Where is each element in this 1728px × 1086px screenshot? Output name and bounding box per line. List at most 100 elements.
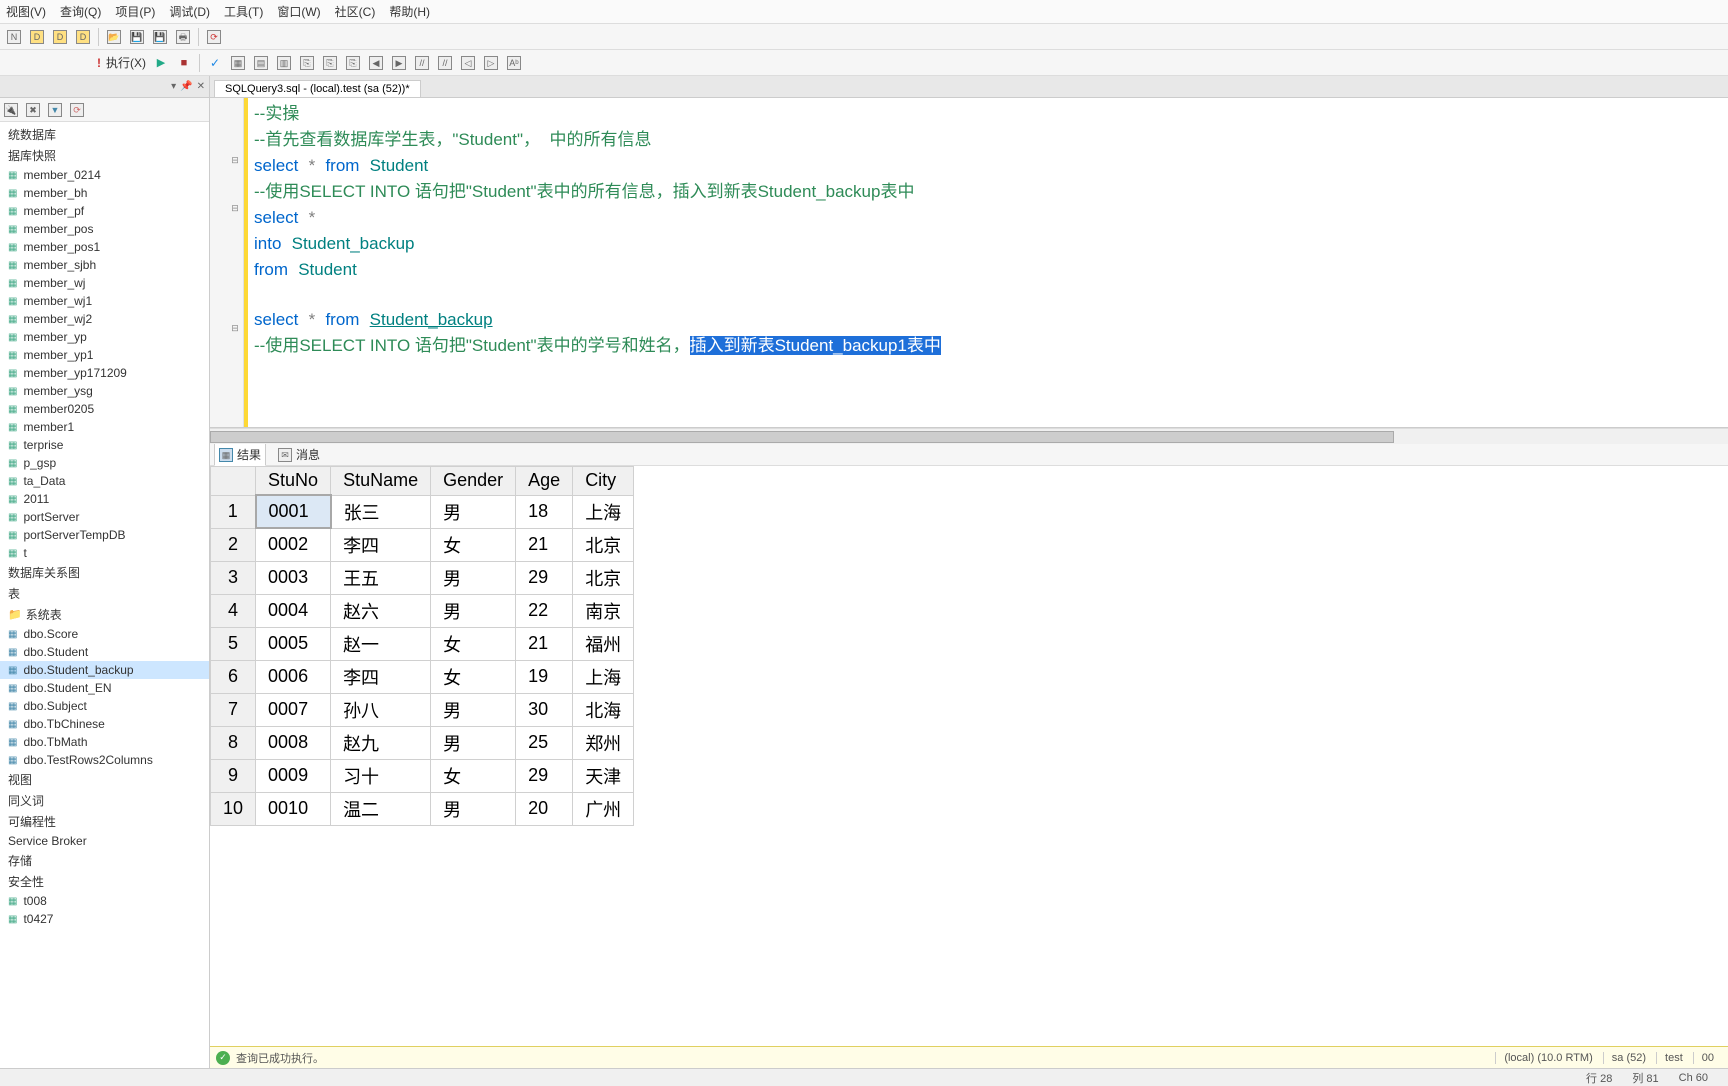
column-header[interactable]: Gender bbox=[431, 467, 516, 496]
cell[interactable]: 上海 bbox=[573, 495, 634, 528]
cell[interactable]: 女 bbox=[431, 627, 516, 660]
cell[interactable]: 上海 bbox=[573, 660, 634, 693]
tree-item[interactable]: member_yp1 bbox=[0, 346, 209, 364]
tree-item[interactable]: member_pos bbox=[0, 220, 209, 238]
results-file-icon[interactable]: ▥ bbox=[274, 53, 294, 73]
tree-item[interactable]: 2011 bbox=[0, 490, 209, 508]
code-content[interactable]: --实操 --首先查看数据库学生表，"Student"， 中的所有信息 sele… bbox=[248, 98, 1728, 427]
tree-item[interactable]: member1 bbox=[0, 418, 209, 436]
fold-minus-icon[interactable]: ⊟ bbox=[228, 318, 242, 338]
pin-icon[interactable]: 📌 bbox=[180, 81, 192, 92]
tree-item[interactable]: 存储 bbox=[0, 850, 209, 871]
row-number[interactable]: 3 bbox=[211, 561, 256, 594]
connect-icon[interactable]: 🔌 bbox=[4, 102, 20, 118]
table-row[interactable]: 10001张三男18上海 bbox=[211, 495, 634, 528]
menu-view[interactable]: 视图(V) bbox=[6, 3, 46, 20]
activity-icon[interactable]: ⟳ bbox=[204, 27, 224, 47]
cell[interactable]: 王五 bbox=[331, 561, 431, 594]
row-number[interactable]: 7 bbox=[211, 693, 256, 726]
object-tree[interactable]: 统数据库据库快照member_0214member_bhmember_pfmem… bbox=[0, 122, 209, 1068]
tree-item[interactable]: dbo.Student_backup bbox=[0, 661, 209, 679]
tree-item[interactable]: member0205 bbox=[0, 400, 209, 418]
menu-query[interactable]: 查询(Q) bbox=[60, 3, 101, 20]
toggle-icon-2[interactable]: ⎘ bbox=[320, 53, 340, 73]
cell[interactable]: 男 bbox=[431, 792, 516, 825]
tree-item[interactable]: dbo.TbChinese bbox=[0, 715, 209, 733]
tree-item[interactable]: 同义词 bbox=[0, 790, 209, 811]
tree-item[interactable]: 可编程性 bbox=[0, 811, 209, 832]
cell[interactable]: 0008 bbox=[256, 726, 331, 759]
row-number[interactable]: 8 bbox=[211, 726, 256, 759]
table-row[interactable]: 30003王五男29北京 bbox=[211, 561, 634, 594]
dropdown-icon[interactable]: ▾ bbox=[171, 81, 176, 92]
column-header[interactable]: StuNo bbox=[256, 467, 331, 496]
table-row[interactable]: 90009习十女29天津 bbox=[211, 759, 634, 792]
tree-item[interactable]: 系统表 bbox=[0, 604, 209, 625]
cell[interactable]: 孙八 bbox=[331, 693, 431, 726]
uncomment-icon[interactable]: // bbox=[435, 53, 455, 73]
cell[interactable]: 北海 bbox=[573, 693, 634, 726]
fold-minus-icon[interactable]: ⊟ bbox=[228, 150, 242, 170]
tab-results[interactable]: ▦ 结果 bbox=[214, 443, 266, 466]
column-header[interactable]: City bbox=[573, 467, 634, 496]
cell[interactable]: 福州 bbox=[573, 627, 634, 660]
tree-item[interactable]: Service Broker bbox=[0, 832, 209, 850]
open-db-icon[interactable]: D bbox=[27, 27, 47, 47]
save-icon[interactable]: 💾 bbox=[127, 27, 147, 47]
cell[interactable]: 女 bbox=[431, 528, 516, 561]
row-number[interactable]: 1 bbox=[211, 495, 256, 528]
tree-item[interactable]: portServer bbox=[0, 508, 209, 526]
cell[interactable]: 22 bbox=[516, 594, 573, 627]
tree-item[interactable]: member_wj2 bbox=[0, 310, 209, 328]
filter-icon[interactable]: ▼ bbox=[48, 102, 64, 118]
menu-tools[interactable]: 工具(T) bbox=[224, 3, 263, 20]
cell[interactable]: 天津 bbox=[573, 759, 634, 792]
cell[interactable]: 21 bbox=[516, 528, 573, 561]
tree-item[interactable]: 统数据库 bbox=[0, 124, 209, 145]
cell[interactable]: 25 bbox=[516, 726, 573, 759]
tree-item[interactable]: terprise bbox=[0, 436, 209, 454]
cell[interactable]: 温二 bbox=[331, 792, 431, 825]
tree-item[interactable]: member_bh bbox=[0, 184, 209, 202]
tree-item[interactable]: member_pf bbox=[0, 202, 209, 220]
tree-item[interactable]: member_sjbh bbox=[0, 256, 209, 274]
table-row[interactable]: 40004赵六男22南京 bbox=[211, 594, 634, 627]
cell[interactable]: 张三 bbox=[331, 495, 431, 528]
cell[interactable]: 0001 bbox=[256, 495, 331, 528]
cell[interactable]: 广州 bbox=[573, 792, 634, 825]
tree-item[interactable]: 据库快照 bbox=[0, 145, 209, 166]
cell[interactable]: 北京 bbox=[573, 561, 634, 594]
cell[interactable]: 郑州 bbox=[573, 726, 634, 759]
tree-item[interactable]: dbo.Score bbox=[0, 625, 209, 643]
tree-item[interactable]: dbo.Student_EN bbox=[0, 679, 209, 697]
disconnect-icon[interactable]: ✖ bbox=[26, 102, 42, 118]
tree-item[interactable]: dbo.TestRows2Columns bbox=[0, 751, 209, 769]
menu-debug[interactable]: 调试(D) bbox=[169, 3, 210, 20]
stop-icon[interactable]: ■ bbox=[174, 53, 194, 73]
tree-item[interactable]: ta_Data bbox=[0, 472, 209, 490]
cell[interactable]: 0004 bbox=[256, 594, 331, 627]
cell[interactable]: 女 bbox=[431, 759, 516, 792]
tree-item[interactable]: member_yp bbox=[0, 328, 209, 346]
indent-dec-icon[interactable]: ◀ bbox=[366, 53, 386, 73]
tree-item[interactable]: dbo.Subject bbox=[0, 697, 209, 715]
tree-item[interactable]: portServerTempDB bbox=[0, 526, 209, 544]
save-all-icon[interactable]: 💾 bbox=[150, 27, 170, 47]
cell[interactable]: 29 bbox=[516, 759, 573, 792]
tab-sqlquery3[interactable]: SQLQuery3.sql - (local).test (sa (52))* bbox=[214, 80, 421, 97]
table-row[interactable]: 70007孙八男30北海 bbox=[211, 693, 634, 726]
tree-item[interactable]: member_yp171209 bbox=[0, 364, 209, 382]
table-row[interactable]: 80008赵九男25郑州 bbox=[211, 726, 634, 759]
outdent-icon[interactable]: ◁ bbox=[458, 53, 478, 73]
toggle-icon-1[interactable]: ⎘ bbox=[297, 53, 317, 73]
open-file-icon[interactable]: 📂 bbox=[104, 27, 124, 47]
row-number[interactable]: 4 bbox=[211, 594, 256, 627]
cell[interactable]: 29 bbox=[516, 561, 573, 594]
cell[interactable]: 李四 bbox=[331, 528, 431, 561]
column-header[interactable]: StuName bbox=[331, 467, 431, 496]
cell[interactable]: 习十 bbox=[331, 759, 431, 792]
cell[interactable]: 0006 bbox=[256, 660, 331, 693]
table-row[interactable]: 50005赵一女21福州 bbox=[211, 627, 634, 660]
cell[interactable]: 0002 bbox=[256, 528, 331, 561]
cell[interactable]: 男 bbox=[431, 594, 516, 627]
